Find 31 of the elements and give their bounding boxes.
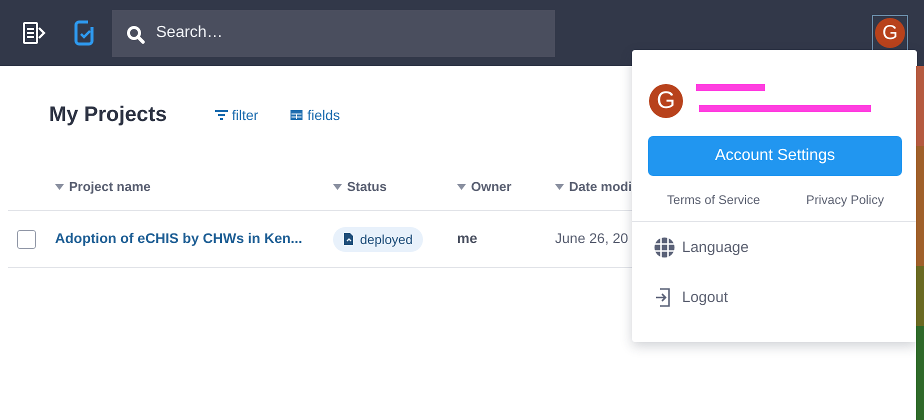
user-avatar: G [649,84,683,118]
globe-icon [654,236,675,258]
fields-button[interactable]: fields [290,107,340,123]
redaction-mark [696,84,765,91]
status-badge: deployed [333,226,423,252]
menu-icon[interactable] [22,21,46,45]
date-cell: June 26, 20 [555,230,628,246]
column-header[interactable]: Owner [457,179,512,194]
table-icon [290,109,304,121]
caret-icon [55,184,64,190]
owner-cell: me [457,230,478,246]
caret-icon [333,184,342,190]
column-header[interactable]: Project name [55,179,151,194]
clipboard-check-icon[interactable] [74,19,94,47]
filter-icon [214,109,228,121]
search-icon [126,24,146,44]
column-header[interactable]: Status [333,179,387,194]
project-link[interactable]: Adoption of eCHIS by CHWs in Ken... [55,230,302,246]
account-settings-button[interactable]: Account Settings [648,136,902,176]
caret-icon [457,184,466,190]
footer-link[interactable]: Terms of Service [667,193,760,211]
column-header[interactable]: Date modi [555,179,632,194]
logout-item[interactable]: Logout [632,272,917,322]
page-title: My Projects [49,103,167,127]
caret-icon [555,184,564,190]
row-checkbox[interactable] [17,230,36,248]
avatar-button[interactable]: G [872,15,908,51]
filter-button[interactable]: filter [214,107,258,123]
footer-link[interactable]: Privacy Policy [806,193,884,211]
document-icon [343,232,354,246]
search-field[interactable]: Search… [112,10,555,56]
